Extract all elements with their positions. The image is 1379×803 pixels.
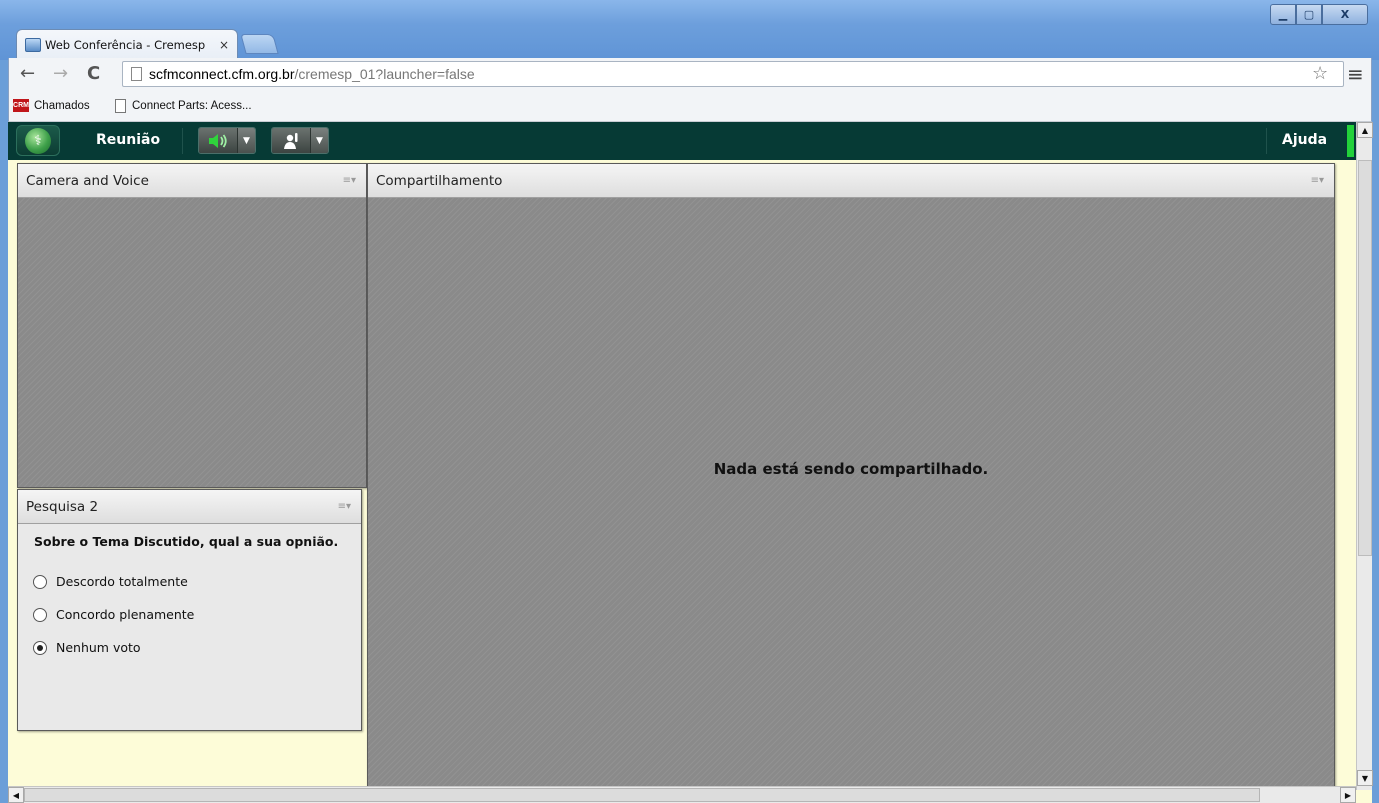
tab-title: Web Conferência - Cremesp [45, 38, 206, 52]
chevron-down-icon[interactable]: ▼ [310, 128, 328, 153]
bookmark-chamados[interactable]: CRM Chamados [13, 99, 90, 112]
app-header: ⚕ Reunião ▼ ▼ Ajuda [8, 122, 1344, 160]
divider [182, 128, 183, 154]
app-logo[interactable]: ⚕ [16, 125, 60, 156]
bookmark-star-icon[interactable]: ☆ [1312, 63, 1328, 84]
pod-title: Camera and Voice [26, 172, 149, 189]
scrollbar-thumb[interactable] [1358, 160, 1372, 556]
logo-icon: ⚕ [25, 127, 51, 154]
poll-option-label: Concordo plenamente [56, 607, 195, 622]
back-arrow-icon[interactable]: ← [20, 64, 35, 84]
minimize-button[interactable]: ▁ [1270, 4, 1296, 25]
browser-tab-active[interactable]: Web Conferência - Cremesp × [16, 29, 238, 60]
scroll-down-arrow-icon[interactable]: ▼ [1357, 770, 1373, 786]
new-tab-button[interactable] [240, 34, 279, 54]
poll-option-label: Descordo totalmente [56, 574, 188, 589]
horizontal-scrollbar[interactable]: ◀ ▶ [8, 786, 1356, 803]
divider [1266, 128, 1267, 154]
forward-arrow-icon[interactable]: → [53, 64, 68, 84]
tab-close-icon[interactable]: × [219, 38, 229, 52]
poll-option[interactable]: Descordo totalmente [33, 565, 345, 598]
browser-titlebar: Web Conferência - Cremesp × ▁ ▢ X [0, 0, 1379, 60]
browser-toolbar: ← → C scfmconnect.cfm.org.br/cremesp_01?… [8, 58, 1372, 91]
pod-options-icon[interactable]: ≡▾ [343, 175, 356, 186]
page-icon [131, 67, 142, 81]
camera-voice-pod: Camera and Voice ≡▾ [17, 163, 367, 488]
pod-header: Camera and Voice ≡▾ [18, 164, 366, 198]
reload-icon[interactable]: C [87, 64, 100, 84]
share-area: Nada está sendo compartilhado. [368, 198, 1334, 802]
window-controls: ▁ ▢ X [1270, 4, 1368, 25]
status-button[interactable]: ▼ [271, 127, 329, 154]
bookmark-label: Connect Parts: Acess... [132, 100, 252, 112]
raise-hand-icon[interactable] [272, 128, 310, 153]
scroll-left-arrow-icon[interactable]: ◀ [8, 787, 24, 803]
poll-option[interactable]: Nenhum voto [33, 631, 345, 664]
camera-area [18, 198, 366, 487]
bookmark-label: Chamados [34, 99, 90, 112]
status-level-indicator [1347, 125, 1354, 157]
scroll-up-arrow-icon[interactable]: ▲ [1357, 122, 1373, 138]
pod-options-icon[interactable]: ≡▾ [1311, 175, 1324, 186]
speaker-icon[interactable] [199, 128, 237, 153]
page-icon [115, 99, 126, 113]
poll-option[interactable]: Concordo plenamente [33, 598, 345, 631]
share-pod: Compartilhamento ≡▾ Nada está sendo comp… [367, 163, 1335, 803]
radio-button-selected[interactable] [33, 640, 47, 655]
share-empty-message: Nada está sendo compartilhado. [713, 460, 989, 478]
pod-title: Compartilhamento [376, 172, 503, 189]
browser-menu-icon[interactable]: ≡ [1347, 62, 1364, 86]
pod-title: Pesquisa 2 [26, 498, 99, 515]
poll-body: Sobre o Tema Discutido, qual a sua opniã… [18, 524, 361, 674]
radio-button[interactable] [33, 574, 47, 589]
url-host: scfmconnect.cfm.org.br [149, 66, 295, 82]
vertical-scrollbar[interactable]: ▲ ▼ [1356, 122, 1373, 790]
site-favicon-icon [25, 38, 41, 52]
bookmarks-bar: CRM Chamados Connect Parts: Acess... [8, 91, 1372, 122]
poll-question: Sobre o Tema Discutido, qual a sua opniã… [34, 534, 339, 549]
address-bar[interactable]: scfmconnect.cfm.org.br/cremesp_01?launch… [122, 61, 1344, 87]
maximize-button[interactable]: ▢ [1296, 4, 1322, 25]
window-close-button[interactable]: X [1322, 4, 1368, 25]
url-path: /cremesp_01?launcher=false [294, 66, 475, 82]
poll-option-label: Nenhum voto [56, 640, 141, 655]
menu-help[interactable]: Ajuda [1282, 132, 1327, 148]
pod-header: Pesquisa 2 ≡▾ [18, 490, 361, 524]
pod-options-icon[interactable]: ≡▾ [338, 501, 351, 512]
audio-button[interactable]: ▼ [198, 127, 256, 154]
chevron-down-icon[interactable]: ▼ [237, 128, 255, 153]
pod-header: Compartilhamento ≡▾ [368, 164, 1334, 198]
scroll-right-arrow-icon[interactable]: ▶ [1340, 787, 1356, 803]
menu-meeting[interactable]: Reunião [96, 132, 160, 148]
scrollbar-thumb[interactable] [24, 788, 1260, 802]
poll-pod: Pesquisa 2 ≡▾ Sobre o Tema Discutido, qu… [17, 489, 362, 731]
meeting-app: ⚕ Reunião ▼ ▼ Ajuda Camera and Voice ≡▾ … [8, 122, 1373, 803]
crm-icon: CRM [13, 99, 29, 112]
bookmark-connect-parts[interactable]: Connect Parts: Acess... [115, 99, 252, 113]
radio-button[interactable] [33, 607, 47, 622]
